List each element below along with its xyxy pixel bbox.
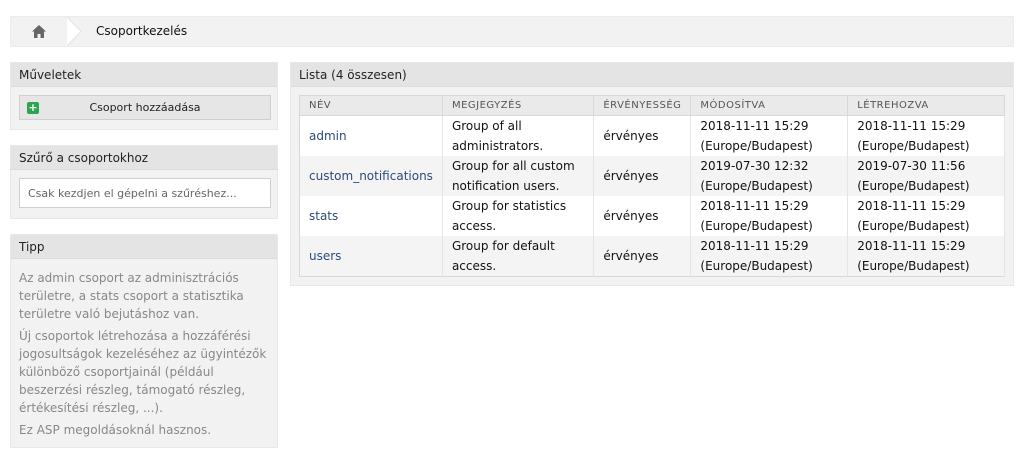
table-row[interactable]: stats Group for statistics access. érvén… [299, 196, 1005, 236]
plus-icon: + [27, 101, 39, 114]
group-comment-cell: Group of all administrators. [442, 115, 595, 156]
group-list-panel: Lista (4 összesen) NÉV MEGJEGYZÉS ÉRVÉNY… [290, 62, 1014, 286]
group-validity-cell: érvényes [593, 196, 692, 236]
filter-input[interactable] [19, 178, 271, 208]
group-name-cell[interactable]: admin [299, 115, 443, 156]
tip-paragraph: Új csoportok létrehozása a hozzáférési j… [19, 329, 267, 415]
group-created-cell: 2019-07-30 11:56 (Europe/Budapest) [847, 156, 1005, 196]
group-name-link[interactable]: users [309, 249, 341, 263]
actions-panel: Műveletek + Csoport hozzáadása [10, 62, 278, 130]
table-row[interactable]: users Group for default access. érvényes… [299, 236, 1005, 277]
list-title: Lista (4 összesen) [291, 63, 1013, 87]
column-header-modified[interactable]: MÓDOSÍTVA [690, 95, 849, 116]
group-validity-cell: érvényes [593, 156, 692, 196]
actions-title: Műveletek [11, 63, 277, 87]
tip-paragraph: Ez ASP megoldásoknál hasznos. [19, 423, 212, 437]
group-validity-cell: érvényes [593, 236, 692, 277]
tip-title: Tipp [11, 235, 277, 259]
column-header-name[interactable]: NÉV [299, 95, 443, 116]
add-group-button[interactable]: + Csoport hozzáadása [19, 95, 271, 120]
group-created-cell: 2018-11-11 15:29 (Europe/Budapest) [847, 196, 1005, 236]
group-modified-cell: 2018-11-11 15:29 (Europe/Budapest) [690, 236, 849, 277]
group-name-link[interactable]: custom_notifications [309, 169, 433, 183]
group-comment-cell: Group for default access. [442, 236, 595, 277]
breadcrumb: Csoportkezelés [10, 16, 1014, 47]
group-modified-cell: 2018-11-11 15:29 (Europe/Budapest) [690, 115, 849, 156]
tip-paragraph: Az admin csoport az adminisztrációs terü… [19, 271, 244, 321]
group-comment-cell: Group for all custom notification users. [442, 156, 595, 196]
breadcrumb-current: Csoportkezelés [96, 24, 188, 38]
group-name-link[interactable]: stats [309, 209, 338, 223]
column-header-validity[interactable]: ÉRVÉNYESSÉG [593, 95, 692, 116]
table-row[interactable]: custom_notifications Group for all custo… [299, 156, 1005, 196]
group-name-cell[interactable]: stats [299, 196, 443, 236]
group-created-cell: 2018-11-11 15:29 (Europe/Budapest) [847, 236, 1005, 277]
table-header-row: NÉV MEGJEGYZÉS ÉRVÉNYESSÉG MÓDOSÍTVA LÉT… [299, 95, 1005, 116]
breadcrumb-home[interactable] [11, 17, 67, 46]
home-icon [32, 25, 46, 38]
group-modified-cell: 2019-07-30 12:32 (Europe/Budapest) [690, 156, 849, 196]
column-header-comment[interactable]: MEGJEGYZÉS [442, 95, 595, 116]
filter-title: Szűrő a csoportokhoz [11, 146, 277, 170]
group-name-cell[interactable]: users [299, 236, 443, 277]
group-table: NÉV MEGJEGYZÉS ÉRVÉNYESSÉG MÓDOSÍTVA LÉT… [299, 95, 1005, 277]
column-header-created[interactable]: LÉTREHOZVA [847, 95, 1005, 116]
tip-panel: Tipp Az admin csoport az adminisztrációs… [10, 234, 278, 448]
filter-panel: Szűrő a csoportokhoz [10, 145, 278, 219]
table-row[interactable]: admin Group of all administrators. érvén… [299, 115, 1005, 156]
group-modified-cell: 2018-11-11 15:29 (Europe/Budapest) [690, 196, 849, 236]
group-comment-cell: Group for statistics access. [442, 196, 595, 236]
breadcrumb-separator [67, 17, 82, 46]
group-name-link[interactable]: admin [309, 129, 347, 143]
group-name-cell[interactable]: custom_notifications [299, 156, 443, 196]
add-group-label: Csoport hozzáadása [89, 101, 201, 114]
group-validity-cell: érvényes [593, 115, 692, 156]
group-created-cell: 2018-11-11 15:29 (Europe/Budapest) [847, 115, 1005, 156]
